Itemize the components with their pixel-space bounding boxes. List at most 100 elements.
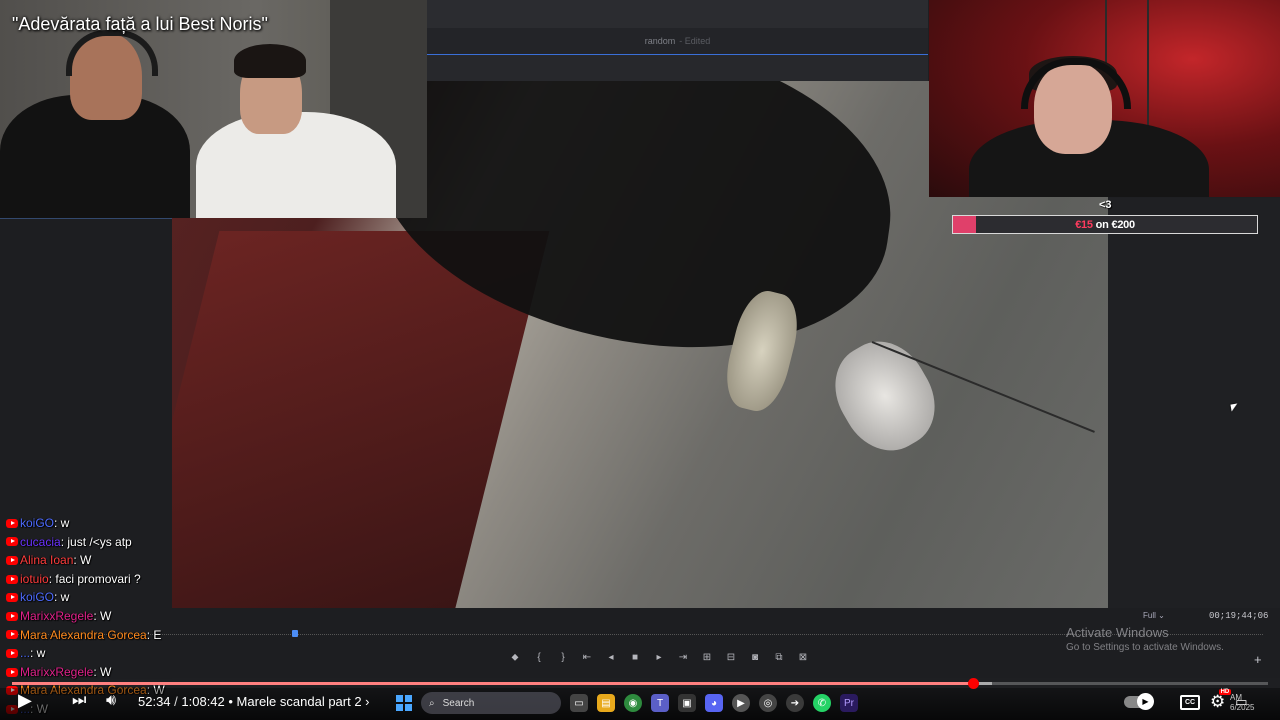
autoplay-toggle[interactable]	[1124, 693, 1154, 710]
chat-text: : W	[93, 664, 112, 679]
camera-icon[interactable]: ◙	[748, 652, 762, 663]
chat-username[interactable]: Mara Alexandra Gorcea	[20, 626, 147, 645]
player-time: 52:34 / 1:08:42 • Marele scandal part 2 …	[138, 694, 370, 709]
teams-icon[interactable]: T	[651, 694, 669, 712]
timecode-display[interactable]: 00;19;44;06	[1209, 611, 1268, 621]
goal-connector: on	[1095, 218, 1109, 231]
chat-text: : w	[30, 646, 46, 661]
captions-icon[interactable]: CC	[1180, 694, 1200, 710]
chat-message: ...: w	[6, 644, 306, 663]
effects-panel	[1108, 198, 1280, 608]
youtube-badge-icon	[6, 593, 18, 603]
zoom-select[interactable]: Full ⌄	[1143, 611, 1165, 620]
mouse-cursor-icon	[1230, 403, 1239, 412]
step-forward-icon[interactable]: ▸	[652, 652, 666, 663]
player-scrubber[interactable]	[967, 678, 979, 689]
marker-icon[interactable]: ⬥	[508, 652, 522, 663]
chat-username[interactable]: iotuio	[20, 570, 49, 589]
editor-top-bar	[427, 0, 928, 28]
player-right-controls: CC ⚙HD ▭	[1124, 689, 1248, 712]
chat-username[interactable]: ...	[20, 644, 30, 663]
activate-title: Activate Windows	[1066, 625, 1169, 640]
goal-target: €200	[1111, 218, 1136, 231]
chat-text: : just /<ys atp	[60, 534, 132, 549]
windows-start-icon[interactable]	[396, 695, 412, 711]
duration: 1:08:42	[181, 694, 225, 709]
chat-username[interactable]: Alina Ioan	[20, 551, 73, 570]
streamer-webcam	[929, 0, 1280, 197]
chat-text: : faci promovari ?	[48, 571, 141, 586]
activate-subtitle: Go to Settings to activate Windows.	[1066, 642, 1224, 653]
editor-toolbar	[427, 55, 928, 81]
clock-date: 6/2025	[1230, 703, 1255, 712]
compare-icon[interactable]: ⧉	[772, 652, 786, 663]
youtube-badge-icon	[6, 555, 18, 565]
chat-message: koiGO: w	[6, 514, 306, 533]
chat-username[interactable]: koiGO	[20, 514, 54, 533]
chat-username[interactable]: koiGO	[20, 588, 54, 607]
windows-taskbar: ⌕ Search ▭ ▤ ◉ T ▣ ◕ ▶ ◎ ➔ ✆ Pr	[396, 692, 858, 714]
donation-goal-bar: €15 on €200	[952, 215, 1258, 234]
app-icon-2[interactable]: ➔	[786, 694, 804, 712]
step-back-icon[interactable]: ◂	[604, 652, 618, 663]
premiere-icon[interactable]: Pr	[840, 694, 858, 712]
project-title: random	[644, 36, 676, 46]
goal-current: €15	[1075, 218, 1093, 231]
chat-username[interactable]: MarixxRegele	[20, 607, 93, 626]
player-progress-bar[interactable]	[12, 678, 1268, 689]
youtube-badge-icon	[6, 667, 18, 677]
add-button-icon[interactable]: +	[1254, 652, 1262, 667]
stream-caption: "Adevărata față a lui Best Noris"	[12, 14, 268, 34]
mark-in-icon[interactable]: {	[532, 652, 546, 663]
settings-gear-icon[interactable]: ⚙ HD	[1210, 689, 1232, 712]
volume-icon[interactable]: 🔊︎	[106, 692, 116, 710]
guest-2	[196, 112, 396, 218]
chat-username[interactable]: cucacia	[20, 533, 61, 552]
whatsapp-icon[interactable]: ✆	[813, 694, 831, 712]
task-view-icon[interactable]: ▭	[570, 694, 588, 712]
chat-message: Mara Alexandra Gorcea: E	[6, 626, 306, 645]
activate-windows-watermark: Activate Windows Go to Settings to activ…	[1066, 625, 1224, 653]
discord-icon[interactable]: ◕	[705, 694, 723, 712]
chat-message: MarixxRegele: W	[6, 607, 306, 626]
play-icon[interactable]: ▶	[18, 690, 32, 711]
chat-text: : W	[73, 553, 92, 568]
youtube-badge-icon	[6, 630, 18, 640]
editor-title-bar: random - Edited	[427, 28, 928, 55]
system-clock: AM 6/2025	[1230, 693, 1254, 713]
taskbar-search[interactable]: ⌕ Search	[421, 692, 561, 714]
goal-label: <3	[1099, 199, 1112, 211]
search-icon: ⌕	[429, 697, 435, 709]
youtube-badge-icon	[6, 537, 18, 547]
time-separator: /	[170, 694, 182, 709]
export-frame-icon[interactable]: ⊠	[796, 652, 810, 663]
clock-time: AM	[1230, 693, 1242, 702]
chat-message: iotuio: faci promovari ?	[6, 570, 306, 589]
chat-text: : E	[146, 627, 162, 642]
chat-message: Alina Ioan: W	[6, 551, 306, 570]
transport-controls: ⬥ { } ⇤ ◂ ■ ▸ ⇥ ⊞ ⊟ ◙ ⧉ ⊠	[508, 652, 810, 663]
chrome-icon[interactable]: ◉	[624, 694, 642, 712]
chat-message: MarixxRegele: W	[6, 663, 306, 682]
next-icon[interactable]: ⏭	[72, 692, 86, 710]
youtube-badge-icon	[6, 648, 18, 658]
extract-icon[interactable]: ⊟	[724, 652, 738, 663]
youtube-badge-icon	[6, 574, 18, 584]
app-icon[interactable]: ▣	[678, 694, 696, 712]
guest-webcam: "Adevărata față a lui Best Noris"	[0, 0, 427, 218]
go-to-in-icon[interactable]: ⇤	[580, 652, 594, 663]
chat-username[interactable]: MarixxRegele	[20, 663, 93, 682]
youtube-badge-icon	[6, 518, 18, 528]
go-to-out-icon[interactable]: ⇥	[676, 652, 690, 663]
file-explorer-icon[interactable]: ▤	[597, 694, 615, 712]
guest-2-hair	[234, 44, 306, 78]
mark-out-icon[interactable]: }	[556, 652, 570, 663]
chapter-title[interactable]: • Marele scandal part 2 ›	[228, 694, 369, 709]
chat-message: koiGO: w	[6, 588, 306, 607]
chevron-down-icon: ⌄	[1158, 611, 1165, 620]
obs-icon[interactable]: ◎	[759, 694, 777, 712]
goal-text: €15 on €200	[953, 216, 1257, 233]
lift-icon[interactable]: ⊞	[700, 652, 714, 663]
stop-icon[interactable]: ■	[628, 652, 642, 663]
media-player-icon[interactable]: ▶	[732, 694, 750, 712]
